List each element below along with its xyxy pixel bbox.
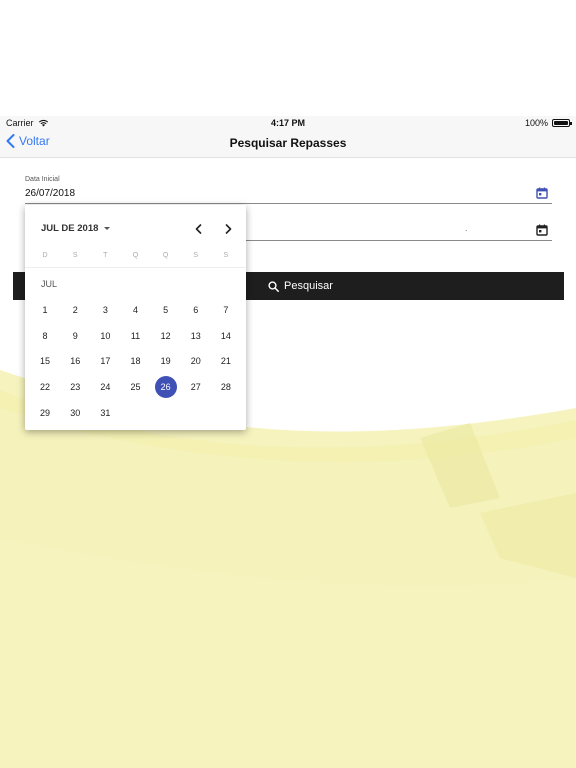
day-number: 31 [100,407,111,418]
day-cell[interactable]: 25 [120,374,150,400]
day-number: 10 [100,330,111,341]
day-cell[interactable]: 14 [211,323,241,349]
weekday-label: Q [162,252,169,259]
day-cell[interactable]: 22 [30,374,60,400]
day-cell[interactable]: 1 [30,297,60,323]
day-number: 17 [100,356,111,367]
weekday-label: S [223,252,229,259]
day-number: 26 [154,375,177,398]
day-number: 3 [102,304,108,315]
chevron-left-icon [195,224,201,234]
day-number: 27 [190,381,201,392]
date-picker: JUL DE 2018 DSTQQSS JUL 1 2 3 4 5 6 7 8 9 10 11 12 1… [25,205,246,430]
day-cell[interactable]: 27 [181,374,211,400]
day-number: 4 [132,304,138,315]
start-date-field[interactable]: Data Inicial 26/07/2018 [25,176,552,204]
month-year-selector[interactable]: JUL DE 2018 [41,223,111,234]
battery-icon [552,119,572,127]
day-number: 2 [72,304,78,315]
month-year-label: JUL DE 2018 [41,223,99,234]
caret-down-icon [104,227,111,230]
day-number: 28 [220,381,231,392]
weekday-header: DSTQQSS [30,252,241,259]
day-number: 16 [70,356,81,367]
start-date-label: Data Inicial [25,176,60,183]
day-cell[interactable]: 17 [90,348,120,374]
day-cell[interactable]: 13 [181,323,211,349]
day-cell[interactable]: 5 [151,297,181,323]
page-title: Pesquisar Repasses [229,136,347,150]
start-date-value: 26/07/2018 [25,188,76,199]
day-cell[interactable]: 16 [60,348,90,374]
day-cell[interactable]: 3 [90,297,120,323]
days-grid: 1 2 3 4 5 6 7 8 9 10 11 12 13 14 15 16 17 18 19 20 21 22 23 24 2… [30,297,241,425]
day-number: 8 [42,330,48,341]
day-cell[interactable]: 4 [120,297,150,323]
day-number: 20 [190,356,201,367]
day-cell-selected[interactable]: 26 [151,374,181,400]
day-number: 30 [70,407,81,418]
day-number: 15 [40,356,51,367]
day-number: 14 [220,330,231,341]
day-number: 22 [40,381,51,392]
status-time: 4:17 PM [270,118,305,128]
day-cell[interactable]: 10 [90,323,120,349]
day-cell[interactable]: 31 [90,400,120,426]
previous-month-button[interactable] [191,222,205,236]
weekday-label: Q [132,252,139,259]
end-date-value: . [465,223,468,233]
search-button-label: Pesquisar [284,280,333,292]
day-number: 18 [130,356,141,367]
day-cell[interactable]: 23 [60,374,90,400]
day-number: 23 [70,381,81,392]
day-cell[interactable]: 15 [30,348,60,374]
day-cell[interactable]: 8 [30,323,60,349]
search-icon [268,280,279,292]
day-number: 12 [160,330,171,341]
day-cell[interactable]: 6 [181,297,211,323]
picker-divider [25,267,246,268]
day-cell[interactable]: 21 [211,348,241,374]
weekday-label: T [103,252,108,259]
day-cell[interactable]: 2 [60,297,90,323]
day-number: 19 [160,356,171,367]
day-number: 25 [130,381,141,392]
day-number: 21 [220,356,231,367]
day-cell[interactable]: 9 [60,323,90,349]
day-cell[interactable]: 28 [211,374,241,400]
day-cell[interactable]: 30 [60,400,90,426]
day-number: 6 [193,304,199,315]
day-cell[interactable]: 18 [120,348,150,374]
calendar-icon[interactable] [536,187,548,199]
day-number: 1 [42,304,48,315]
weekday-label: S [193,252,199,259]
navigation-bar: Voltar Pesquisar Repasses [0,130,576,158]
day-cell[interactable]: 24 [90,374,120,400]
day-number: 9 [72,330,78,341]
next-month-button[interactable] [221,222,235,236]
day-number: 29 [40,407,51,418]
chevron-right-icon [225,224,231,234]
day-number: 5 [163,304,169,315]
day-number: 24 [100,381,111,392]
day-number: 11 [130,330,141,341]
day-number: 7 [223,304,229,315]
day-cell[interactable]: 11 [120,323,150,349]
day-cell[interactable]: 19 [151,348,181,374]
day-cell[interactable]: 20 [181,348,211,374]
day-cell[interactable]: 29 [30,400,60,426]
status-bar: Carrier 4:17 PM 100% [0,116,576,130]
calendar-icon[interactable] [536,224,548,236]
month-label: JUL [41,279,58,289]
day-cell[interactable]: 7 [211,297,241,323]
weekday-label: D [42,252,48,259]
day-cell[interactable]: 12 [151,323,181,349]
battery-percent: 100% [524,118,548,128]
day-number: 13 [190,330,201,341]
weekday-label: S [72,252,78,259]
